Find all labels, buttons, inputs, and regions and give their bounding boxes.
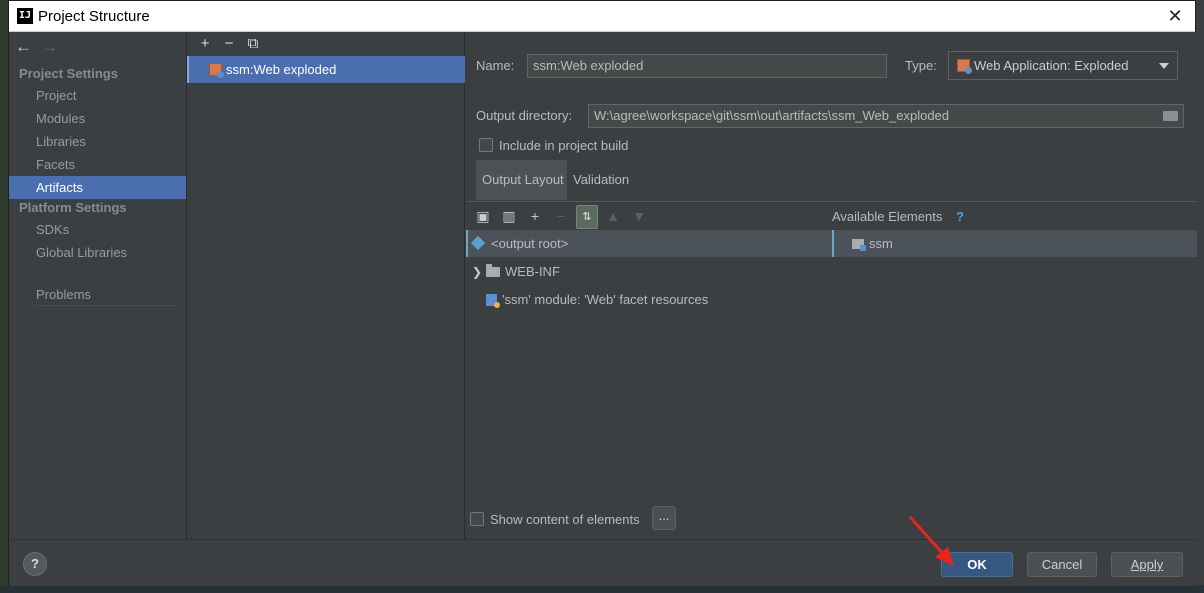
include-in-build-label: Include in project build [499,138,629,153]
available-elements-label: Available Elements [832,209,943,224]
apply-button[interactable]: Apply [1111,552,1183,577]
available-row-ssm[interactable]: ssm [832,230,1197,257]
background-editor-right [1196,0,1204,593]
sidebar-item-sdks[interactable]: SDKs [9,218,186,241]
section-platform-settings: Platform Settings [19,200,127,215]
artifacts-list-panel: + − ⧉ ssm:Web exploded [187,33,465,539]
tree-row-label: <output root> [491,236,569,251]
chevron-down-icon [1159,63,1169,69]
tree-row-label: 'ssm' module: 'Web' facet resources [502,292,709,307]
tree-row-output-root[interactable]: <output root> [466,230,832,257]
dialog-title: Project Structure [38,8,150,25]
create-directory-icon[interactable]: ▣ [472,205,494,227]
sidebar-item-project[interactable]: Project [9,84,186,107]
tree-row-web-inf[interactable]: ❯ WEB-INF [466,258,832,285]
chevron-right-icon[interactable]: ❯ [472,259,486,286]
output-directory-value: W:\agree\workspace\git\ssm\out\artifacts… [594,108,950,123]
sidebar-item-problems[interactable]: Problems [9,283,186,306]
type-label: Type: [905,58,937,73]
tree-row-label: WEB-INF [505,264,560,279]
help-button[interactable]: ? [23,552,47,576]
close-icon[interactable]: ✕ [1163,4,1187,28]
project-structure-dialog: IJ Project Structure ✕ ← → Project Settin… [8,0,1197,586]
add-artifact-icon[interactable]: + [193,33,217,55]
artifact-item[interactable]: ssm:Web exploded [187,56,465,83]
background-editor-bottom [0,585,1204,593]
nav-arrows: ← → [15,37,67,57]
remove-artifact-icon[interactable]: − [217,33,241,55]
forward-arrow-icon[interactable]: → [41,37,67,57]
artifact-detail-panel: Name: ssm:Web exploded Type: Web Applica… [466,33,1197,539]
available-row-label: ssm [869,236,893,251]
web-resources-icon [486,294,500,308]
move-down-icon[interactable]: ▼ [628,205,650,227]
sidebar-item-artifacts[interactable]: Artifacts [9,176,186,199]
sort-elements-icon[interactable]: ⇅ [576,205,598,229]
move-up-icon[interactable]: ▲ [602,205,624,227]
tab-validation[interactable]: Validation [567,160,636,200]
output-directory-field[interactable]: W:\agree\workspace\git\ssm\out\artifacts… [588,104,1184,128]
show-content-options-button[interactable]: ... [652,506,676,530]
dialog-footer: ? OK Cancel Apply [9,539,1197,586]
ok-button[interactable]: OK [941,552,1013,577]
sidebar-item-facets[interactable]: Facets [9,153,186,176]
tree-row-facet-resources[interactable]: 'ssm' module: 'Web' facet resources [466,286,832,313]
output-directory-label: Output directory: [476,108,573,123]
artifact-item-label: ssm:Web exploded [226,62,337,77]
sidebar-item-global-libraries[interactable]: Global Libraries [9,241,186,264]
type-select[interactable]: Web Application: Exploded [948,51,1178,80]
module-icon [852,239,866,251]
tab-divider [466,201,1197,202]
cancel-button[interactable]: Cancel [1027,552,1097,577]
web-artifact-icon [209,63,224,78]
sidebar-item-libraries[interactable]: Libraries [9,130,186,153]
back-arrow-icon[interactable]: ← [15,37,41,57]
copy-artifact-icon[interactable]: ⧉ [241,33,265,55]
type-select-value: Web Application: Exploded [974,58,1129,73]
web-application-icon [957,59,972,74]
tab-output-layout[interactable]: Output Layout [476,160,570,200]
section-project-settings: Project Settings [19,66,118,81]
name-field[interactable]: ssm:Web exploded [527,54,887,78]
show-content-checkbox[interactable] [470,512,484,526]
sidebar-item-modules[interactable]: Modules [9,107,186,130]
folder-icon [486,264,500,277]
intellij-icon: IJ [17,8,33,24]
artifacts-toolbar: + − ⧉ [187,33,464,55]
show-content-label: Show content of elements [490,512,640,527]
output-root-icon [470,235,486,251]
settings-sidebar: ← → Project Settings Project Modules Libr… [9,33,187,539]
create-archive-icon[interactable]: ▥ [498,205,520,227]
include-in-build-checkbox[interactable] [479,138,493,152]
help-icon[interactable]: ? [956,209,964,224]
remove-element-icon[interactable]: − [550,205,572,227]
title-bar: IJ Project Structure ✕ [9,1,1195,32]
browse-folder-icon[interactable] [1163,111,1178,121]
name-label: Name: [476,58,515,73]
background-editor-left [0,0,8,593]
add-element-icon[interactable]: + [524,205,546,227]
